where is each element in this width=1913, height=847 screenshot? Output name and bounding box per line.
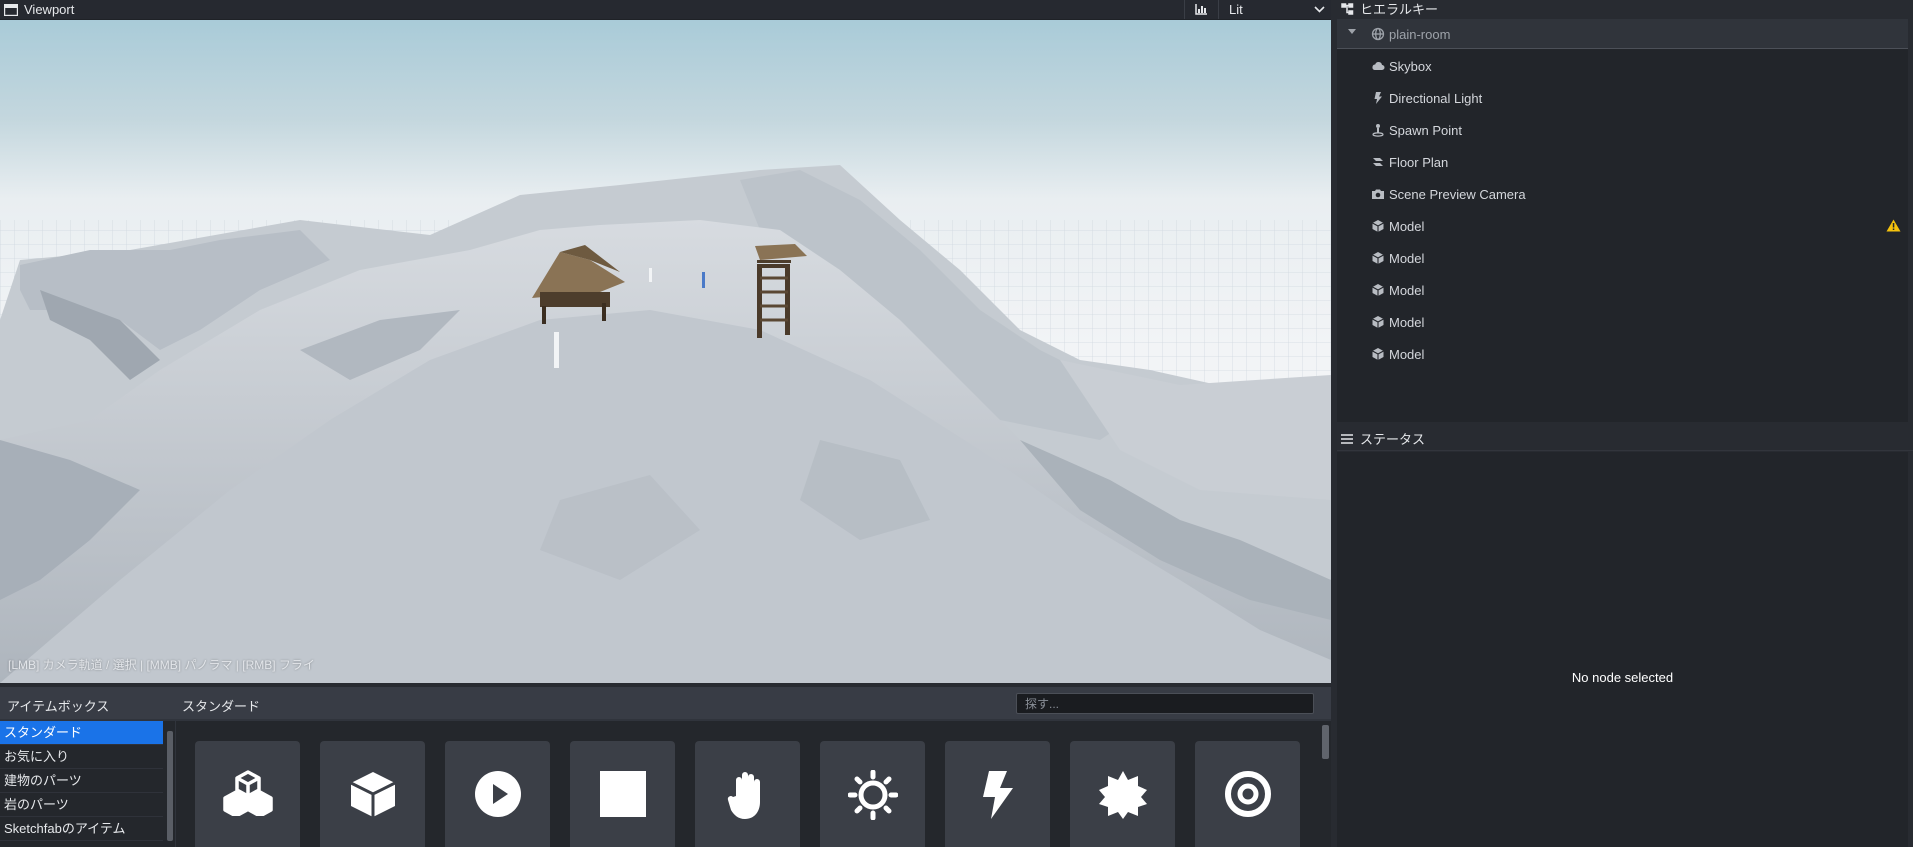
globe-icon — [1371, 27, 1385, 41]
hierarchy-panel: ヒエラルキー plain-room Skybox Directional Lig… — [1337, 0, 1913, 422]
item-tile-cubes[interactable] — [195, 741, 300, 847]
warning-icon[interactable] — [1886, 219, 1901, 232]
item-tile-box[interactable] — [320, 741, 425, 847]
play-icon — [474, 771, 521, 817]
status-body: No node selected — [1337, 452, 1908, 847]
item-tile-target[interactable] — [1195, 741, 1300, 847]
item-tile-burst[interactable] — [1070, 741, 1175, 847]
tree-node-plain-room[interactable]: plain-room — [1337, 19, 1908, 49]
person-pin-icon — [1372, 124, 1384, 137]
cubes-icon — [222, 770, 273, 816]
hierarchy-title: ヒエラルキー — [1360, 2, 1439, 17]
item-tile-sun[interactable] — [820, 741, 925, 847]
cube-icon — [1372, 316, 1384, 328]
tree-node-label: Model — [1389, 251, 1425, 266]
hierarchy-header: ヒエラルキー — [1337, 0, 1913, 17]
item-tile-bolt[interactable] — [945, 741, 1050, 847]
cube-icon — [1372, 220, 1384, 232]
bolt-icon — [982, 771, 1013, 819]
hierarchy-icon — [1341, 2, 1354, 15]
viewport-canvas[interactable]: [LMB] カメラ軌道 / 選択 | [MMB] パノラマ | [RMB] フラ… — [0, 20, 1331, 683]
viewport-panel: Viewport Lit [LMB] カメラ軌道 / 選択 | [MMB] パノ… — [0, 0, 1331, 683]
status-panel: ステータス No node selected — [1337, 427, 1913, 847]
cloud-icon — [1372, 62, 1385, 70]
tree-node-label: Model — [1389, 283, 1425, 298]
tree-node-directional-light[interactable]: Directional Light — [1337, 83, 1908, 113]
item-tile-hand[interactable] — [695, 741, 800, 847]
hand-icon — [727, 772, 760, 819]
category-item-sketchfab[interactable]: Sketchfabのアイテム — [0, 817, 163, 841]
render-mode-value: Lit — [1229, 2, 1243, 17]
burst-icon — [1098, 771, 1147, 819]
bolt-icon — [1374, 92, 1382, 104]
tree-node-label: Model — [1389, 219, 1425, 234]
cube-icon — [1372, 252, 1384, 264]
tree-node-label: Model — [1389, 347, 1425, 362]
itembox-title: アイテムボックス — [7, 699, 110, 714]
tree-node-model[interactable]: Model — [1337, 275, 1908, 305]
scene-render — [0, 20, 1331, 683]
render-mode-select[interactable]: Lit — [1218, 0, 1331, 19]
viewport-toolbar: Viewport Lit — [0, 0, 1331, 19]
category-item-rock-parts[interactable]: 岩のパーツ — [0, 793, 163, 817]
category-item-building-parts[interactable]: 建物のパーツ — [0, 769, 163, 793]
tree-node-model[interactable]: Model — [1337, 339, 1908, 369]
cube-icon — [1372, 284, 1384, 296]
cube-icon — [1372, 348, 1384, 360]
square-icon — [599, 771, 646, 817]
floor-plan-icon — [1373, 158, 1383, 166]
tree-node-label: Directional Light — [1389, 91, 1483, 106]
itembox-header: アイテムボックス スタンダード — [0, 687, 1331, 719]
window-icon — [4, 3, 18, 16]
tree-node-scene-preview-camera[interactable]: Scene Preview Camera — [1337, 179, 1908, 209]
item-grid-scrollbar[interactable] — [1320, 721, 1331, 847]
itembox-panel: アイテムボックス スタンダード スタンダード お気に入り 建物のパーツ 岩のパー… — [0, 687, 1331, 847]
tree-node-model[interactable]: Model — [1337, 307, 1908, 337]
caret-down-icon[interactable] — [1348, 29, 1356, 35]
menu-icon — [1341, 433, 1353, 444]
tree-node-skybox[interactable]: Skybox — [1337, 51, 1908, 81]
tree-node-floor-plan[interactable]: Floor Plan — [1337, 147, 1908, 177]
item-grid — [176, 721, 1320, 847]
chevron-down-icon — [1314, 6, 1325, 13]
chart-icon — [1195, 4, 1207, 15]
tree-node-label: Floor Plan — [1389, 155, 1449, 170]
status-header: ステータス — [1337, 427, 1913, 451]
tree-node-spawn-point[interactable]: Spawn Point — [1337, 115, 1908, 145]
tree-node-label: Model — [1389, 315, 1425, 330]
sun-icon — [847, 770, 898, 820]
box-icon — [349, 772, 396, 817]
tree-node-label: Scene Preview Camera — [1389, 187, 1526, 202]
tree-node-label: Spawn Point — [1389, 123, 1462, 138]
category-item-favorites[interactable]: お気に入り — [0, 745, 163, 769]
stats-toggle-button[interactable] — [1184, 0, 1218, 19]
itembox-search-input[interactable] — [1016, 693, 1314, 714]
status-empty-message: No node selected — [1571, 670, 1674, 685]
viewport-controls-hint: [LMB] カメラ軌道 / 選択 | [MMB] パノラマ | [RMB] フラ… — [8, 658, 315, 672]
hierarchy-tree: plain-room Skybox Directional Light Spaw… — [1337, 19, 1908, 422]
viewport-title-label: Viewport — [24, 2, 75, 17]
scrollbar-thumb[interactable] — [167, 731, 173, 841]
viewport-title: Viewport — [0, 2, 74, 17]
camera-icon — [1372, 189, 1384, 199]
category-scrollbar[interactable] — [165, 721, 175, 847]
tree-node-model[interactable]: Model — [1337, 211, 1908, 241]
itembox-section-title: スタンダード — [182, 699, 261, 714]
item-tile-play[interactable] — [445, 741, 550, 847]
tree-node-label: plain-room — [1389, 27, 1451, 42]
item-tile-square[interactable] — [570, 741, 675, 847]
tree-node-label: Skybox — [1389, 59, 1432, 74]
target-icon — [1224, 771, 1271, 817]
category-item-standard[interactable]: スタンダード — [0, 721, 163, 745]
status-title: ステータス — [1360, 432, 1426, 447]
editor-window: Viewport Lit [LMB] カメラ軌道 / 選択 | [MMB] パノ… — [0, 0, 1913, 847]
tree-node-model[interactable]: Model — [1337, 243, 1908, 273]
category-list: スタンダード お気に入り 建物のパーツ 岩のパーツ Sketchfabのアイテム — [0, 721, 165, 847]
scrollbar-thumb[interactable] — [1322, 725, 1329, 759]
